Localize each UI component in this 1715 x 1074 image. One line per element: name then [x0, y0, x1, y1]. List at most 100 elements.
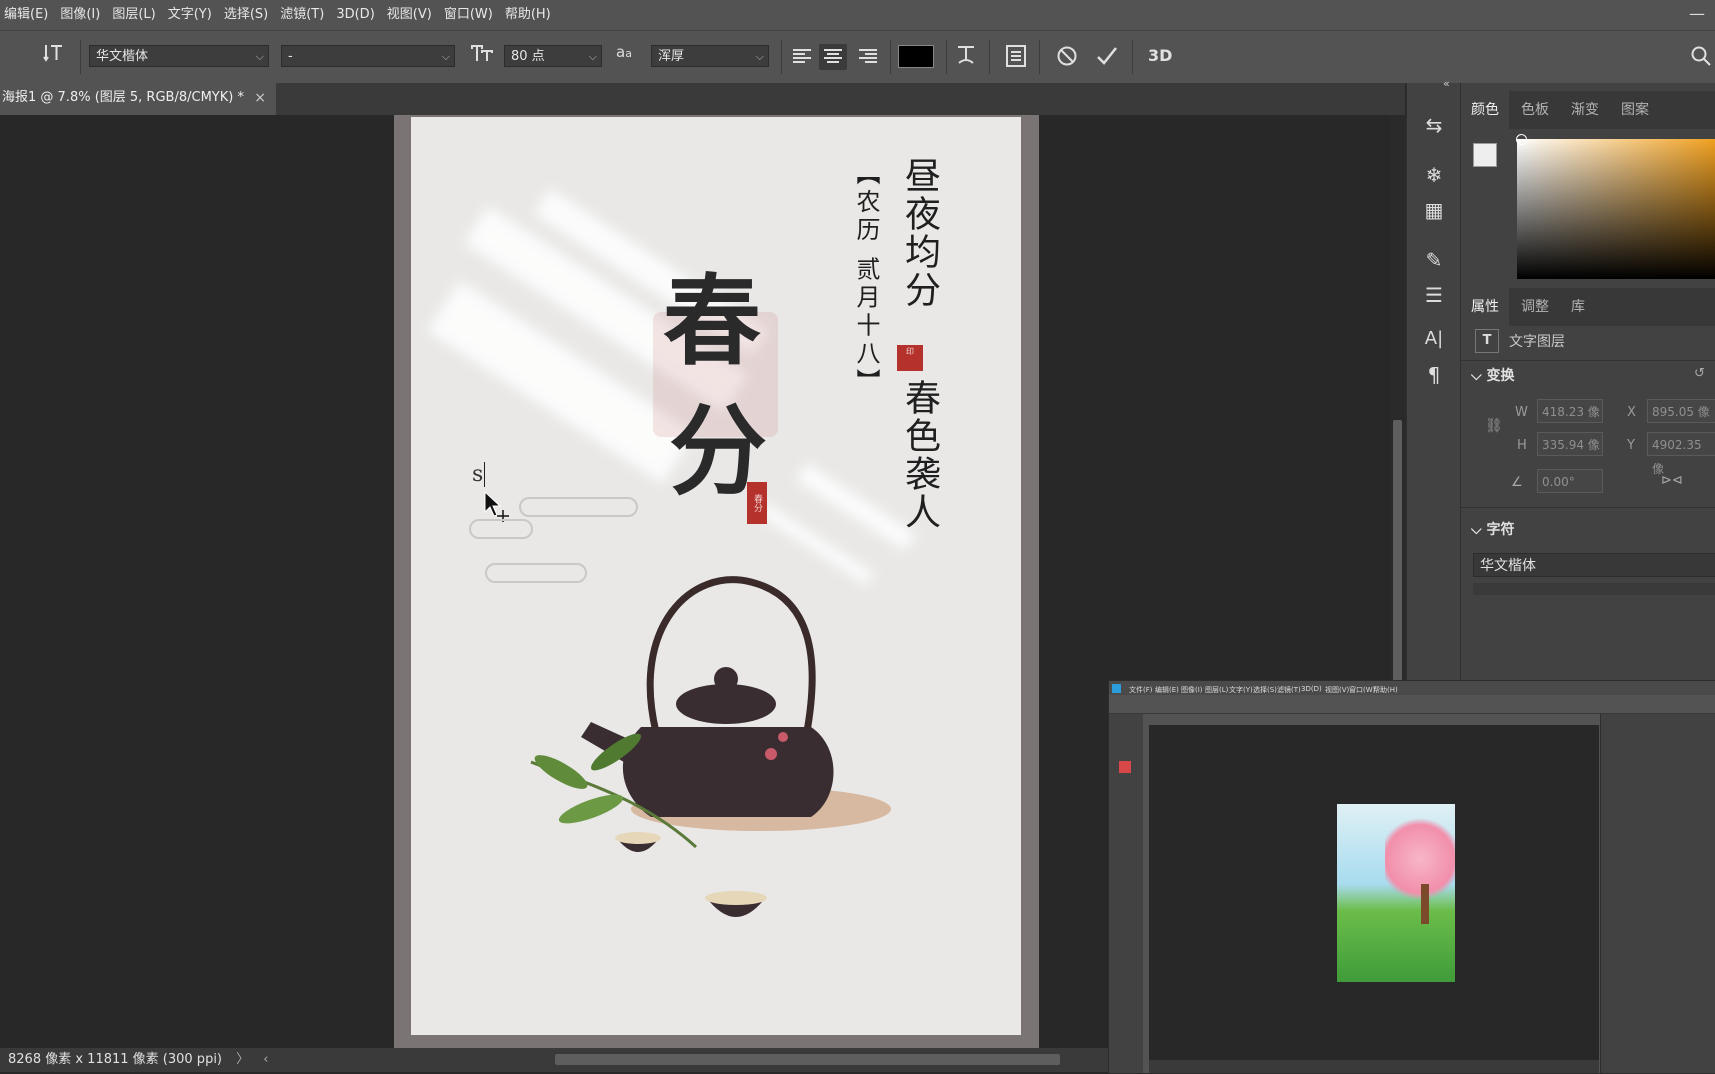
tab-libraries[interactable]: 库	[1571, 288, 1585, 326]
character-panel-icon[interactable]	[1005, 44, 1027, 72]
tab-adjustments[interactable]: 调整	[1521, 288, 1549, 326]
width-input[interactable]: 418.23 像	[1537, 399, 1603, 423]
font-family-select[interactable]: 华文楷体 ⌵	[89, 45, 269, 67]
second-menu-item[interactable]: 图像(I)	[1181, 685, 1203, 695]
second-menu-item[interactable]: 帮助(H)	[1373, 685, 1398, 695]
second-menu-item[interactable]: 文字(Y)	[1229, 685, 1253, 695]
separator	[781, 40, 782, 74]
histogram-icon[interactable]: ▦	[1407, 198, 1461, 222]
document-tab[interactable]: 海报1 @ 7.8% (图层 5, RGB/8/CMYK) * ×	[0, 83, 276, 115]
second-menu-item[interactable]: 窗口(W)	[1349, 685, 1375, 695]
align-left-icon[interactable]	[792, 48, 812, 70]
scroll-left-icon[interactable]: ‹	[253, 1052, 268, 1067]
x-input[interactable]: 895.05 像	[1647, 399, 1715, 423]
vertical-scroll-thumb[interactable]	[1393, 420, 1402, 685]
font-size-select[interactable]: 80 点 ⌵	[504, 45, 602, 67]
teapot-illustration	[530, 576, 891, 917]
angle-input[interactable]: 0.00°	[1537, 469, 1603, 493]
tab-gradients[interactable]: 渐变	[1571, 91, 1599, 129]
second-menu-item[interactable]: 编辑(E)	[1155, 685, 1179, 695]
second-menu-item[interactable]: 图层(L)	[1205, 685, 1228, 695]
navigator-icon[interactable]: ❄	[1407, 163, 1461, 187]
y-input[interactable]: 4902.35 像	[1647, 432, 1715, 476]
search-icon[interactable]	[1690, 45, 1712, 71]
second-photoshop-window[interactable]: 文件(F) 编辑(E) 图像(I) 图层(L) 文字(Y) 选择(S) 滤镜(T…	[1108, 680, 1715, 1074]
link-icon[interactable]: ⛓	[1485, 418, 1503, 434]
align-right-icon[interactable]	[858, 48, 878, 70]
menu-filter[interactable]: 滤镜(T)	[276, 0, 332, 30]
font-style-select[interactable]: - ⌵	[281, 45, 455, 67]
warp-text-icon[interactable]	[955, 43, 977, 73]
history-icon[interactable]: ⇆	[1407, 113, 1461, 137]
menu-help[interactable]: 帮助(H)	[501, 0, 559, 30]
red-seal: 印	[897, 345, 923, 371]
tab-color[interactable]: 颜色	[1461, 91, 1509, 129]
height-input[interactable]: 335.94 像	[1537, 432, 1603, 456]
second-menu-item[interactable]: 文件(F)	[1129, 685, 1153, 695]
menu-view[interactable]: 视图(V)	[383, 0, 440, 30]
horizontal-scroll-thumb[interactable]	[555, 1054, 1060, 1065]
separator	[989, 40, 990, 74]
character-font-select[interactable]: 华文楷体	[1473, 553, 1715, 577]
poster-line-2: 春色袭人	[899, 379, 940, 531]
width-label: W	[1515, 405, 1528, 420]
height-label: H	[1517, 438, 1527, 453]
status-more-icon[interactable]: 〉	[226, 1052, 249, 1067]
tree-trunk	[1421, 884, 1429, 924]
color-picker-handle[interactable]	[1516, 134, 1527, 145]
tool-presets-icon[interactable]: ☰	[1407, 283, 1461, 307]
menu-3d[interactable]: 3D(D)	[332, 0, 382, 30]
poster-canvas[interactable]: 春 分 春分 【农历 贰月十八】 昼夜均分 印 春色袭人 s	[411, 117, 1021, 1035]
antialias-icon-label: a	[616, 43, 626, 61]
minimize-icon[interactable]: —	[1689, 0, 1705, 28]
menu-type[interactable]: 文字(Y)	[164, 0, 220, 30]
commit-check-icon[interactable]	[1096, 45, 1118, 71]
foreground-color[interactable]	[1473, 143, 1497, 167]
ps-logo-icon	[1112, 684, 1121, 693]
cloud-decoration	[519, 497, 638, 517]
second-menu-item[interactable]: 滤镜(T)	[1277, 685, 1301, 695]
antialias-value: 浑厚	[658, 49, 685, 64]
reset-icon[interactable]: ↺	[1694, 366, 1705, 381]
second-menu-item[interactable]: 选择(S)	[1253, 685, 1277, 695]
lunar-date-text: 【农历 贰月十八】	[852, 161, 880, 397]
menu-window[interactable]: 窗口(W)	[440, 0, 501, 30]
menu-edit[interactable]: 编辑(E)	[0, 0, 56, 30]
second-menu-item[interactable]: 视图(V)	[1325, 685, 1349, 695]
transform-section[interactable]: ⌵ 变换	[1471, 365, 1515, 385]
divider	[1461, 507, 1715, 508]
collapse-panels-icon[interactable]: «	[1443, 77, 1450, 90]
document-tab-title: 海报1 @ 7.8% (图层 5, RGB/8/CMYK) *	[2, 90, 244, 105]
chevron-down-icon: ⌵	[441, 50, 450, 63]
x-label: X	[1627, 405, 1636, 420]
menu-image[interactable]: 图像(I)	[56, 0, 108, 30]
antialias-select[interactable]: 浑厚 ⌵	[651, 45, 769, 67]
color-picker-field[interactable]	[1517, 139, 1715, 279]
menu-select[interactable]: 选择(S)	[220, 0, 276, 30]
vertical-type-tool-icon[interactable]	[38, 41, 70, 75]
second-menu-item[interactable]: 3D(D)	[1301, 685, 1322, 693]
tab-properties[interactable]: 属性	[1461, 288, 1509, 326]
character-section[interactable]: ⌵ 字符	[1471, 519, 1515, 539]
font-size-icon	[466, 41, 498, 75]
antialias-icon-small: a	[625, 47, 632, 60]
second-window-layers-panel	[1600, 714, 1715, 1073]
character-style-row[interactable]	[1473, 583, 1715, 595]
paragraph-icon[interactable]: ¶	[1407, 363, 1461, 387]
close-tab-icon[interactable]: ×	[254, 83, 266, 113]
tab-swatches[interactable]: 色板	[1521, 91, 1549, 129]
separator	[1039, 40, 1040, 74]
character-icon[interactable]: A|	[1407, 328, 1461, 349]
menu-layer[interactable]: 图层(L)	[108, 0, 163, 30]
spring-poster-thumbnail	[1337, 804, 1455, 982]
brush-settings-icon[interactable]: ✎	[1407, 248, 1461, 272]
text-layer-icon: T	[1475, 329, 1499, 353]
threed-icon[interactable]: 3D	[1148, 46, 1172, 65]
text-color-swatch[interactable]	[898, 45, 934, 68]
cancel-icon[interactable]	[1056, 45, 1078, 71]
flip-horizontal-icon[interactable]: ⊳⊲	[1661, 473, 1683, 488]
divider	[1461, 360, 1715, 361]
tab-patterns[interactable]: 图案	[1621, 91, 1649, 129]
chevron-down-icon: ⌵	[588, 50, 597, 63]
align-center-icon[interactable]	[819, 44, 847, 70]
